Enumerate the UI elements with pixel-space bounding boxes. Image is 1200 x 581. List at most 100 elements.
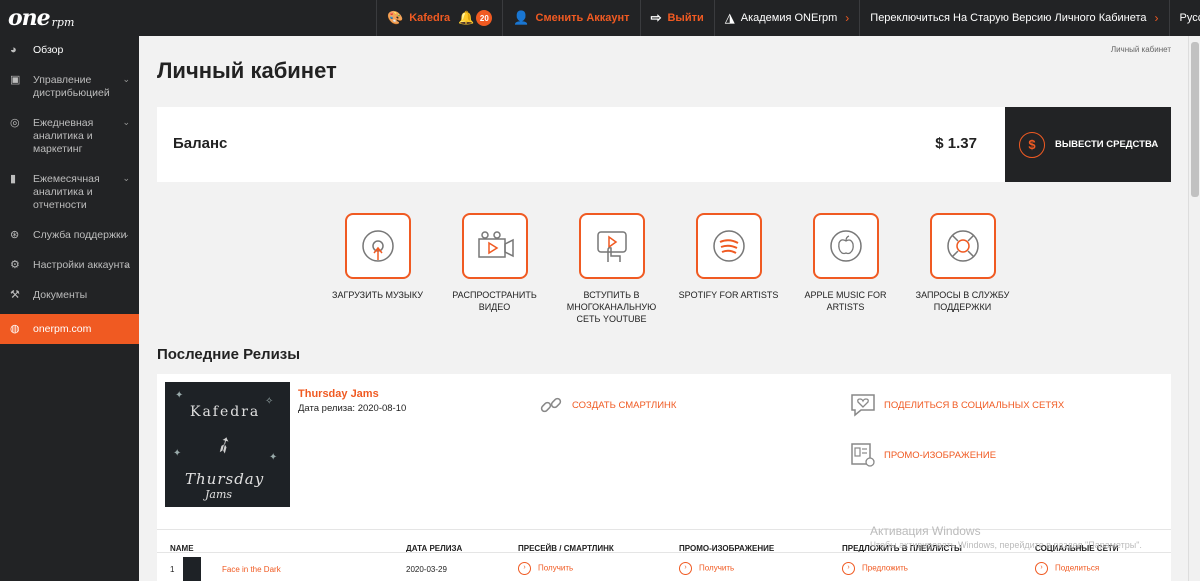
cover-subtitle: Jams: [205, 488, 233, 501]
releases-table-header: NAME ДАТА РЕЛИЗА ПРЕСЕЙВ / СМАРТЛИНК ПРО…: [157, 529, 1171, 553]
track-date: 2020-03-29: [406, 565, 447, 574]
cover-decoration: ✧: [265, 396, 274, 407]
sidebar-item-label: Настройки аккаунта: [33, 259, 130, 271]
sidebar-item-daily-analytics[interactable]: ◎ Ежедневная аналитика и маркетинг ⌄: [0, 108, 139, 164]
playlist-label: Предложить: [862, 563, 908, 573]
logout-icon: ⇨: [650, 10, 662, 25]
sidebar-item-support[interactable]: ⊛ Служба поддержки ⌄: [0, 220, 139, 250]
promo-image-link[interactable]: ПРОМО-ИЗОБРАЖЕНИЕ: [849, 441, 996, 469]
release-title[interactable]: Thursday Jams: [298, 388, 379, 400]
cover-artist: Kafedra: [190, 404, 261, 420]
gavel-icon: ⚒: [10, 289, 20, 301]
image-settings-icon: [849, 441, 877, 469]
release-cover[interactable]: ✦ ✧ ✦ ✦ Kafedra ➶ Thursday Jams: [165, 382, 290, 507]
logout-label: Выйти: [667, 12, 704, 24]
logout-button[interactable]: ⇨ Выйти: [639, 0, 714, 36]
video-camera-icon: [461, 213, 528, 279]
sidebar-item-monthly-analytics[interactable]: ▮ Ежемесячная аналитика и отчетности ⌄: [0, 164, 139, 220]
user-menu[interactable]: 🎨 Kafedra 🔔 20: [376, 0, 502, 36]
sidebar-item-overview[interactable]: ◕ Обзор: [0, 36, 139, 65]
youtube-mcn-action[interactable]: ВСТУПИТЬ В МНОГОКАНАЛЬНУЮ СЕТЬ YOUTUBE: [553, 213, 670, 325]
table-row: 1 Face in the Dark 2020-03-29 › Получить …: [157, 552, 1171, 581]
dashboard-icon: ◕: [10, 44, 17, 56]
distribution-icon: ▣: [10, 74, 21, 86]
chevron-down-icon: ⌄: [122, 173, 130, 183]
academy-link[interactable]: ◮ Академия ONErpm ›: [713, 0, 860, 36]
withdraw-button[interactable]: $ ВЫВЕСТИ СРЕДСТВА: [1005, 107, 1171, 182]
share-social-link[interactable]: ПОДЕЛИТЬСЯ В СОЦИАЛЬНЫХ СЕТЯХ: [849, 391, 1064, 419]
sidebar-item-label: Ежедневная аналитика и маркетинг: [33, 117, 94, 155]
share-row-button[interactable]: › Поделиться: [1035, 562, 1099, 575]
sidebar-item-label: Документы: [33, 289, 88, 301]
balance-value: $ 1.37: [935, 135, 977, 152]
release-date: Дата релиза: 2020-08-10: [298, 403, 407, 414]
presave-button[interactable]: › Получить: [518, 562, 573, 575]
upload-music-action[interactable]: ЗАГРУЗИТЬ МУЗЫКУ: [319, 213, 436, 325]
withdraw-label: ВЫВЕСТИ СРЕДСТВА: [1055, 139, 1159, 150]
gear-icon: ⚙: [10, 259, 20, 271]
cover-decoration: ✦: [173, 448, 182, 459]
playlist-pitch-button[interactable]: › Предложить: [842, 562, 908, 575]
promo-get-label: Получить: [699, 563, 735, 573]
link-icon: [537, 391, 565, 419]
action-label: SPOTIFY FOR ARTISTS: [678, 290, 779, 300]
academy-icon: ◮: [724, 10, 735, 25]
scrollbar-thumb[interactable]: [1191, 42, 1199, 197]
balance-label: Баланс: [173, 135, 228, 152]
balance-card: Баланс $ 1.37 $ ВЫВЕСТИ СРЕДСТВА: [157, 107, 1171, 182]
chevron-down-icon: ⌄: [122, 74, 130, 84]
language-select[interactable]: Русский ⌄: [1168, 0, 1200, 36]
support-request-action[interactable]: ЗАПРОСЫ В СЛУЖБУ ПОДДЕРЖКИ: [904, 213, 1021, 325]
sidebar-item-label: onerpm.com: [33, 323, 92, 335]
bar-chart-icon: ▮: [10, 173, 17, 185]
rocket-icon: ➶: [209, 429, 239, 461]
promo-get-button[interactable]: › Получить: [679, 562, 734, 575]
chevron-right-icon: ›: [1035, 562, 1048, 575]
quick-actions: ЗАГРУЗИТЬ МУЗЫКУ РАСПРОСТРАНИТЬ ВИДЕО ВС…: [319, 213, 1021, 325]
bell-icon[interactable]: 🔔: [458, 10, 474, 26]
onerpm-logo[interactable]: one rpm: [0, 0, 140, 36]
spotify-action[interactable]: SPOTIFY FOR ARTISTS: [670, 213, 787, 325]
sidebar-item-label: Обзор: [33, 44, 64, 56]
chevron-right-icon: ›: [842, 562, 855, 575]
user-name: Kafedra: [409, 12, 451, 24]
sidebar-item-label: Служба поддержки: [33, 229, 127, 241]
upload-music-icon: [344, 213, 411, 279]
action-label: РАСПРОСТРАНИТЬ ВИДЕО: [452, 290, 537, 312]
switch-account-label: Сменить Аккаунт: [535, 12, 630, 24]
apple-music-action[interactable]: APPLE MUSIC FOR ARTISTS: [787, 213, 904, 325]
sidebar-item-distribution[interactable]: ▣ Управление дистрибьюцией ⌄: [0, 65, 139, 108]
page-title: Личный кабинет: [157, 58, 337, 83]
action-label: ЗАГРУЗИТЬ МУЗЫКУ: [332, 290, 423, 300]
dollar-icon: $: [1019, 131, 1045, 158]
old-version-label: Переключиться На Старую Версию Личного К…: [870, 12, 1147, 24]
top-bar: one rpm 🎨 Kafedra 🔔 20 👤 Сменить Аккаунт…: [0, 0, 1200, 36]
windows-activation-text: Чтобы активировать Windows, перейдите в …: [870, 540, 1142, 550]
chevron-right-icon: ›: [518, 562, 531, 575]
page-scrollbar[interactable]: [1188, 36, 1200, 581]
heart-chat-icon: [849, 391, 877, 419]
old-version-link[interactable]: Переключиться На Старую Версию Личного К…: [859, 0, 1168, 36]
switch-account-button[interactable]: 👤 Сменить Аккаунт: [502, 0, 639, 36]
notification-badge: 20: [476, 10, 493, 26]
lifebuoy-icon: ⊛: [10, 229, 20, 241]
sidebar-item-documents[interactable]: ⚒ Документы: [0, 280, 139, 310]
chevron-down-icon: ⌄: [122, 117, 130, 127]
logo-suffix: rpm: [51, 15, 75, 29]
globe-icon: ◍: [10, 323, 20, 335]
promo-label: ПРОМО-ИЗОБРАЖЕНИЕ: [884, 449, 997, 461]
distribute-video-action[interactable]: РАСПРОСТРАНИТЬ ВИДЕО: [436, 213, 553, 325]
track-thumbnail: [183, 557, 201, 581]
windows-activation-title: Активация Windows: [870, 524, 981, 538]
palette-icon: 🎨: [387, 10, 404, 25]
create-smartlink-link[interactable]: СОЗДАТЬ СМАРТЛИНК: [537, 391, 676, 419]
smartlink-label: СОЗДАТЬ СМАРТЛИНК: [572, 399, 677, 411]
track-name[interactable]: Face in the Dark: [222, 565, 281, 574]
chevron-right-icon: ›: [679, 562, 692, 575]
sidebar-item-onerpm-com[interactable]: ◍ onerpm.com: [0, 314, 139, 344]
cover-decoration: ✦: [175, 390, 184, 401]
action-label: ЗАПРОСЫ В СЛУЖБУ ПОДДЕРЖКИ: [915, 290, 1010, 312]
share-row-label: Поделиться: [1055, 563, 1100, 573]
sidebar-item-account-settings[interactable]: ⚙ Настройки аккаунта ⌄: [0, 250, 139, 280]
sidebar-item-label: Ежемесячная аналитика и отчетности: [33, 173, 100, 211]
